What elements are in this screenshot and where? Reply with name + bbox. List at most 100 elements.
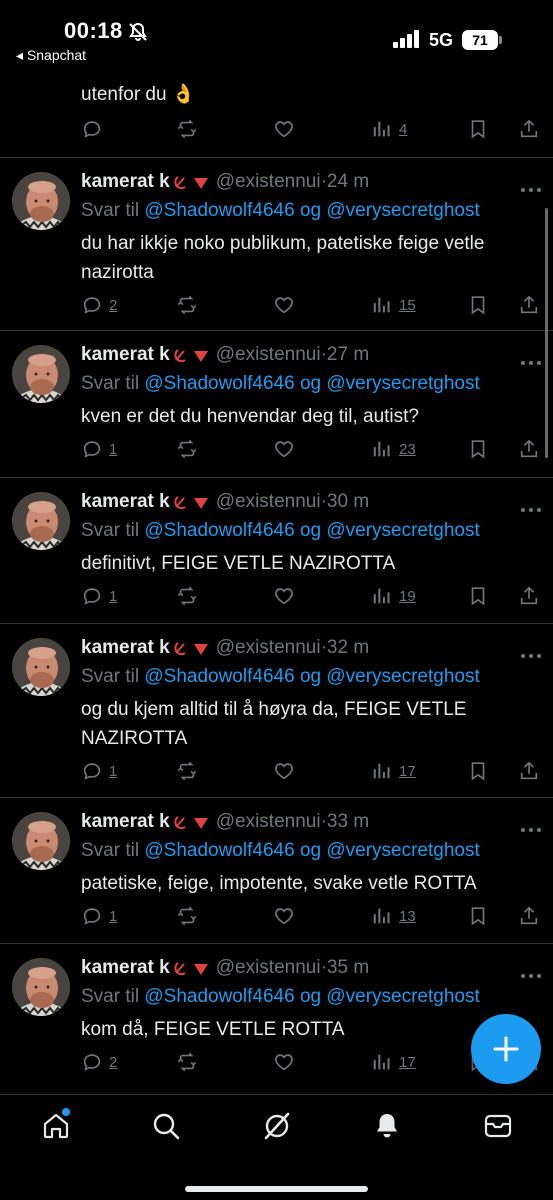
- views-button[interactable]: 17: [371, 759, 416, 783]
- bookmark-button[interactable]: [467, 437, 489, 461]
- mention-link[interactable]: @Shadowolf4646: [144, 200, 294, 221]
- retweet-button[interactable]: [176, 293, 198, 317]
- tab-grok[interactable]: [262, 1111, 292, 1141]
- mention-link[interactable]: @verysecretghost: [326, 373, 479, 394]
- views-button[interactable]: 19: [371, 584, 416, 608]
- reply-button[interactable]: 2: [81, 1050, 117, 1074]
- timestamp[interactable]: 33 m: [327, 811, 369, 832]
- reply-button[interactable]: 1: [81, 904, 117, 928]
- share-button[interactable]: [518, 759, 540, 783]
- tweet[interactable]: kamerat k @existennui·33 m Svar til @Shado…: [0, 797, 553, 943]
- more-options-button[interactable]: [520, 646, 542, 658]
- views-count: 23: [399, 440, 416, 458]
- mention-link[interactable]: @Shadowolf4646: [144, 840, 294, 861]
- more-options-button[interactable]: [520, 820, 542, 832]
- timestamp[interactable]: 35 m: [327, 957, 369, 978]
- bookmark-button[interactable]: [467, 759, 489, 783]
- handle[interactable]: @existennui: [216, 171, 321, 192]
- retweet-button[interactable]: [176, 904, 198, 928]
- avatar[interactable]: [12, 492, 70, 550]
- handle[interactable]: @existennui: [216, 957, 321, 978]
- tweet[interactable]: kamerat k @existennui·27 m Svar til @Shado…: [0, 330, 553, 476]
- tab-messages[interactable]: [483, 1111, 513, 1141]
- mention-link[interactable]: @verysecretghost: [326, 666, 479, 687]
- reply-button[interactable]: 1: [81, 584, 117, 608]
- share-button[interactable]: [518, 117, 540, 141]
- views-button[interactable]: 4: [371, 117, 407, 141]
- retweet-icon: [177, 295, 197, 315]
- avatar[interactable]: [12, 172, 70, 230]
- like-button[interactable]: [273, 584, 295, 608]
- mention-link[interactable]: @verysecretghost: [326, 986, 479, 1007]
- views-button[interactable]: 15: [371, 293, 416, 317]
- tweet[interactable]: kamerat k @existennui·35 m Svar til @Shado…: [0, 943, 553, 1089]
- display-name[interactable]: kamerat k: [81, 957, 170, 978]
- more-options-button[interactable]: [520, 500, 542, 512]
- like-button[interactable]: [273, 293, 295, 317]
- tweet[interactable]: kamerat k @existennui·32 m Svar til @Shado…: [0, 623, 553, 798]
- avatar[interactable]: [12, 958, 70, 1016]
- display-name[interactable]: kamerat k: [81, 491, 170, 512]
- tweet[interactable]: kamerat k @existennui·30 m Svar til @Shado…: [0, 477, 553, 623]
- like-button[interactable]: [273, 759, 295, 783]
- display-name[interactable]: kamerat k: [81, 637, 170, 658]
- retweet-button[interactable]: [176, 437, 198, 461]
- back-to-app-link[interactable]: ◂ Snapchat: [16, 47, 86, 64]
- avatar[interactable]: [12, 345, 70, 403]
- avatar[interactable]: [12, 812, 70, 870]
- like-button[interactable]: [273, 1050, 295, 1074]
- handle[interactable]: @existennui: [216, 811, 321, 832]
- retweet-button[interactable]: [176, 1050, 198, 1074]
- tweet[interactable]: kamerat k @existennui·24 m Svar til @Shado…: [0, 157, 553, 332]
- like-button[interactable]: [273, 904, 295, 928]
- timestamp[interactable]: 32 m: [327, 637, 369, 658]
- mention-link[interactable]: @verysecretghost: [326, 200, 479, 221]
- bookmark-icon: [471, 907, 485, 926]
- mention-link[interactable]: @Shadowolf4646: [144, 373, 294, 394]
- more-options-button[interactable]: [520, 353, 542, 365]
- like-button[interactable]: [273, 117, 295, 141]
- handle[interactable]: @existennui: [216, 491, 321, 512]
- grok-icon: [264, 1112, 290, 1140]
- views-button[interactable]: 13: [371, 904, 416, 928]
- avatar[interactable]: [12, 638, 70, 696]
- retweet-button[interactable]: [176, 584, 198, 608]
- tab-search[interactable]: [151, 1111, 181, 1141]
- timestamp[interactable]: 24 m: [327, 171, 369, 192]
- like-button[interactable]: [273, 437, 295, 461]
- reply-button[interactable]: 1: [81, 759, 117, 783]
- share-button[interactable]: [518, 584, 540, 608]
- display-name[interactable]: kamerat k: [81, 344, 170, 365]
- mention-link[interactable]: @Shadowolf4646: [144, 986, 294, 1007]
- retweet-button[interactable]: [176, 759, 198, 783]
- reply-button[interactable]: 1: [81, 437, 117, 461]
- bookmark-button[interactable]: [467, 584, 489, 608]
- mention-link[interactable]: @verysecretghost: [326, 520, 479, 541]
- bookmark-button[interactable]: [467, 904, 489, 928]
- tab-notifications[interactable]: [372, 1111, 402, 1141]
- bookmark-button[interactable]: [467, 117, 489, 141]
- scrollbar[interactable]: [545, 208, 548, 458]
- mention-link[interactable]: @Shadowolf4646: [144, 666, 294, 687]
- display-name[interactable]: kamerat k: [81, 171, 170, 192]
- share-button[interactable]: [518, 904, 540, 928]
- more-options-button[interactable]: [520, 966, 542, 978]
- compose-post-button[interactable]: [471, 1014, 541, 1084]
- mention-link[interactable]: @verysecretghost: [326, 840, 479, 861]
- handle[interactable]: @existennui: [216, 344, 321, 365]
- views-button[interactable]: 23: [371, 437, 416, 461]
- bookmark-button[interactable]: [467, 293, 489, 317]
- display-name[interactable]: kamerat k: [81, 811, 170, 832]
- views-button[interactable]: 17: [371, 1050, 416, 1074]
- share-button[interactable]: [518, 293, 540, 317]
- timestamp[interactable]: 30 m: [327, 491, 369, 512]
- retweet-button[interactable]: [176, 117, 198, 141]
- share-button[interactable]: [518, 437, 540, 461]
- reply-button[interactable]: [81, 117, 103, 141]
- timestamp[interactable]: 27 m: [327, 344, 369, 365]
- reply-button[interactable]: 2: [81, 293, 117, 317]
- handle[interactable]: @existennui: [216, 637, 321, 658]
- more-options-button[interactable]: [520, 180, 542, 192]
- mention-link[interactable]: @Shadowolf4646: [144, 520, 294, 541]
- reply-prefix: Svar til: [81, 840, 140, 861]
